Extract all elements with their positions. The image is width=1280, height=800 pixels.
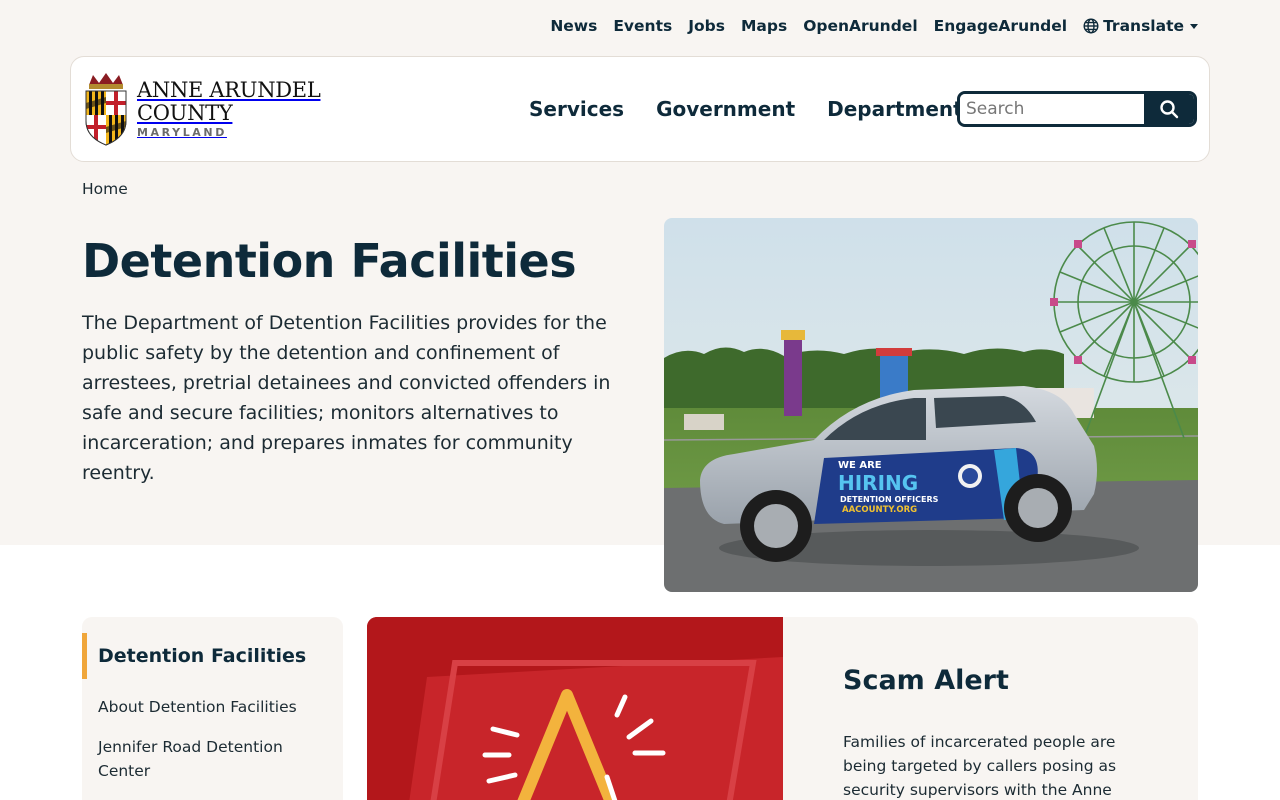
wrap-text-hiring: HIRING bbox=[838, 471, 918, 495]
logo-line-2: COUNTY bbox=[137, 101, 233, 125]
scam-alert-text: Families of incarcerated people are bein… bbox=[843, 733, 1117, 799]
breadcrumb: Home bbox=[82, 180, 128, 198]
utility-link-engagearundel[interactable]: EngageArundel bbox=[934, 17, 1067, 35]
utility-nav: News Events Jobs Maps OpenArundel Engage… bbox=[550, 17, 1198, 35]
search-icon bbox=[1160, 100, 1179, 119]
logo-wordmark: ANNE ARUNDEL COUNTY MARYLAND bbox=[137, 78, 321, 140]
nav-government[interactable]: Government bbox=[656, 97, 795, 121]
nav-departments[interactable]: Departments bbox=[827, 97, 975, 121]
scam-alert-card: Scam Alert Families of incarcerated peop… bbox=[367, 617, 1198, 800]
search-form bbox=[957, 91, 1197, 127]
utility-link-events[interactable]: Events bbox=[613, 17, 672, 35]
nav-services[interactable]: Services bbox=[529, 97, 624, 121]
scam-alert-title: Scam Alert bbox=[843, 665, 1009, 696]
chevron-down-icon bbox=[1190, 23, 1198, 29]
utility-link-maps[interactable]: Maps bbox=[741, 17, 787, 35]
logo-line-3: MARYLAND bbox=[137, 126, 227, 139]
county-logo[interactable]: ANNE ARUNDEL COUNTY MARYLAND bbox=[83, 71, 321, 147]
wrap-text-we-are: WE ARE bbox=[838, 460, 882, 471]
side-nav-item-jennifer-road[interactable]: Jennifer Road Detention bbox=[98, 735, 283, 759]
section-side-nav: Detention Facilities About Detention Fac… bbox=[82, 617, 343, 800]
utility-link-openarundel[interactable]: OpenArundel bbox=[803, 17, 917, 35]
wrap-text-detention-officers: DETENTION OFFICERS bbox=[840, 495, 939, 504]
page-title: Detention Facilities bbox=[82, 234, 577, 288]
wrap-text-url: AACOUNTY.ORG bbox=[842, 505, 917, 515]
breadcrumb-home[interactable]: Home bbox=[82, 180, 128, 198]
search-input[interactable] bbox=[960, 94, 1144, 124]
utility-link-jobs[interactable]: Jobs bbox=[688, 17, 725, 35]
page-description: The Department of Detention Facilities p… bbox=[82, 312, 611, 484]
translate-dropdown[interactable]: Translate bbox=[1083, 17, 1198, 35]
translate-label: Translate bbox=[1103, 17, 1184, 35]
side-nav-heading[interactable]: Detention Facilities bbox=[82, 633, 306, 679]
logo-line-1: ANNE ARUNDEL bbox=[137, 78, 321, 102]
utility-link-news[interactable]: News bbox=[550, 17, 597, 35]
globe-icon bbox=[1083, 18, 1099, 34]
county-seal-icon bbox=[85, 73, 127, 146]
search-button[interactable] bbox=[1144, 94, 1194, 124]
site-header: ANNE ARUNDEL COUNTY MARYLAND Services Go… bbox=[70, 56, 1210, 162]
scam-alert-image bbox=[367, 617, 783, 800]
side-nav-item-jennifer-road-cont[interactable]: Center bbox=[98, 759, 150, 783]
hiring-vehicle-photo: WE ARE HIRING DETENTION OFFICERS AACOUNT… bbox=[664, 218, 1198, 592]
warning-triangle-icon bbox=[367, 617, 783, 800]
main-nav: Services Government Departments bbox=[529, 97, 975, 121]
hero-image: WE ARE HIRING DETENTION OFFICERS AACOUNT… bbox=[664, 218, 1198, 592]
side-nav-item-about[interactable]: About Detention Facilities bbox=[98, 695, 297, 719]
